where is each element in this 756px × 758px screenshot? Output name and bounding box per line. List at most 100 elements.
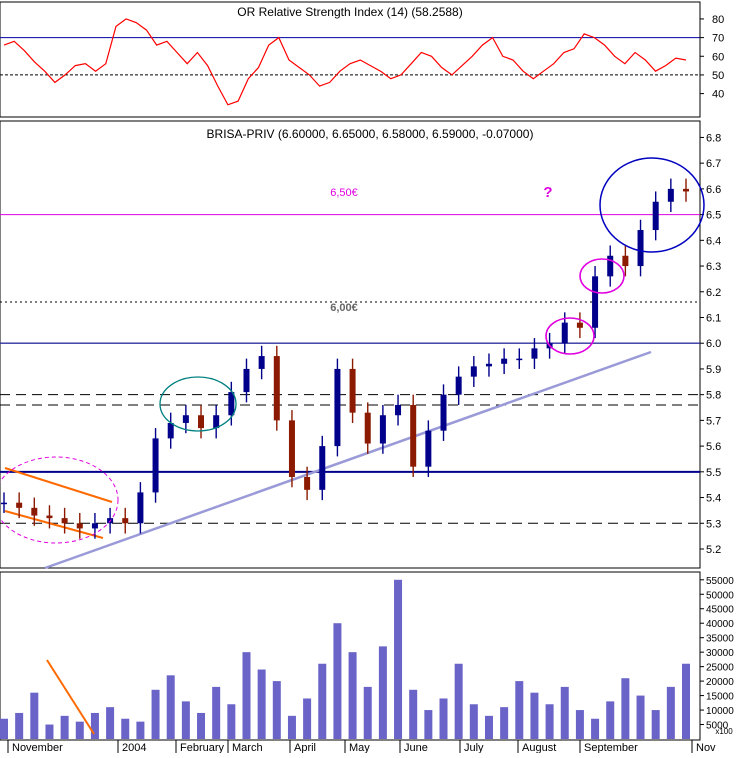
price-bar-body (425, 430, 432, 467)
x-tick-label: 2004 (122, 742, 146, 753)
x-tick-label: April (294, 742, 316, 753)
volume-tick-label: 25000 (706, 663, 734, 674)
price-bar-body (501, 358, 508, 364)
x-tick-label: August (522, 742, 556, 753)
price-bar-body (531, 348, 538, 359)
price-bar-body (288, 420, 295, 477)
price-bar-body (243, 368, 250, 393)
price-bar-body (228, 392, 235, 416)
volume-bar (151, 689, 160, 739)
price-bar-body (652, 201, 659, 231)
price-bar-body (379, 415, 386, 444)
volume-bar (606, 701, 615, 739)
price-tick-label: 5.2 (706, 544, 721, 556)
price-tick-label: 6.4 (706, 235, 721, 247)
price-bar-body (167, 422, 174, 439)
volume-bar (90, 712, 99, 739)
volume-bar (515, 681, 524, 739)
volume-tick-label: 55000 (706, 576, 734, 587)
x-tick-label: September (584, 742, 638, 753)
volume-bar (484, 715, 493, 739)
x-tick-label: Nov (696, 742, 716, 753)
rsi-tick-label: 40 (712, 89, 724, 101)
price-bar-body (637, 230, 644, 267)
price-bar-body (516, 358, 523, 361)
volume-bar (591, 718, 600, 739)
price-bar-body (122, 518, 129, 524)
volume-tick-label: 15000 (706, 692, 734, 703)
volume-bar (575, 710, 584, 739)
volume-bar (439, 698, 448, 739)
price-title: BRISA-PRIV (6.60000, 6.65000, 6.58000, 6… (207, 127, 534, 141)
rsi-tick-label: 50 (712, 70, 724, 82)
volume-bar (545, 704, 554, 739)
volume-bar (666, 686, 675, 739)
x-tick-label: March (232, 742, 263, 753)
price-bar-body (561, 322, 568, 344)
price-bar-body (213, 415, 220, 429)
rsi-title: OR Relative Strength Index (14) (58.2588… (237, 5, 462, 19)
price-tick-label: 6.5 (706, 210, 721, 222)
x-tick-label: February (180, 742, 225, 753)
volume-bar (424, 710, 433, 739)
price-tick-label: 6.7 (706, 158, 721, 170)
price-tick-label: 5.3 (706, 518, 721, 530)
price-tick-label: 5.5 (706, 467, 721, 479)
price-bar-body (1, 502, 7, 505)
volume-bar (318, 663, 327, 739)
price-tick-label: 5.9 (706, 364, 721, 376)
volume-bar (500, 707, 509, 739)
price-bar-body (91, 523, 98, 529)
label-600: 6,00€ (330, 302, 358, 314)
volume-bar (378, 646, 387, 739)
volume-bar (106, 707, 115, 739)
price-bar-body (395, 404, 402, 416)
volume-bar (409, 689, 418, 739)
volume-tick-label: 30000 (706, 648, 734, 659)
volume-bar (212, 686, 221, 739)
volume-bar (651, 710, 660, 739)
price-bar-body (76, 523, 83, 529)
price-bar-body (440, 394, 447, 431)
label-650: 6,50€ (330, 187, 358, 199)
price-bar-body (410, 404, 417, 467)
price-bar-body (592, 276, 599, 328)
price-tick-label: 5.7 (706, 415, 721, 427)
price-tick-label: 5.4 (706, 493, 721, 505)
price-bar-body (622, 255, 629, 267)
price-bar-body (364, 412, 371, 444)
price-bar-body (485, 363, 492, 367)
x-tick-label: November (12, 742, 63, 753)
price-tick-label: 6.6 (706, 184, 721, 196)
x-tick-label: June (404, 742, 428, 753)
price-bar-body (667, 188, 674, 202)
volume-bar (530, 692, 539, 739)
volume-bar (469, 704, 478, 739)
price-bar-body (137, 492, 144, 524)
volume-bar (348, 652, 357, 739)
volume-bar (257, 669, 266, 739)
rsi-tick-label: 60 (712, 51, 724, 63)
price-tick-label: 6.2 (706, 287, 721, 299)
volume-bar (242, 652, 251, 739)
volume-bar (0, 718, 8, 739)
price-bar-body (319, 446, 326, 490)
price-tick-label: 5.8 (706, 390, 721, 402)
volume-bar (287, 715, 296, 739)
volume-bar (636, 695, 645, 739)
price-bar-body (576, 322, 583, 328)
price-tick-label: 6.0 (706, 338, 721, 350)
volume-bar (166, 675, 175, 739)
question-mark: ? (543, 184, 552, 201)
x-tick-label: May (349, 742, 370, 753)
price-bar-body (61, 518, 68, 524)
price-bar-body (182, 415, 189, 423)
volume-bar (30, 692, 39, 739)
volume-bar (621, 678, 630, 739)
stock-chart: 80 70 60 50 40 OR Relative Strength Index (1… (0, 0, 756, 754)
volume-bar (272, 681, 281, 739)
volume-bar (197, 712, 206, 739)
volume-bar (121, 718, 130, 739)
rsi-tick-label: 80 (712, 14, 724, 26)
volume-bar (227, 704, 236, 739)
